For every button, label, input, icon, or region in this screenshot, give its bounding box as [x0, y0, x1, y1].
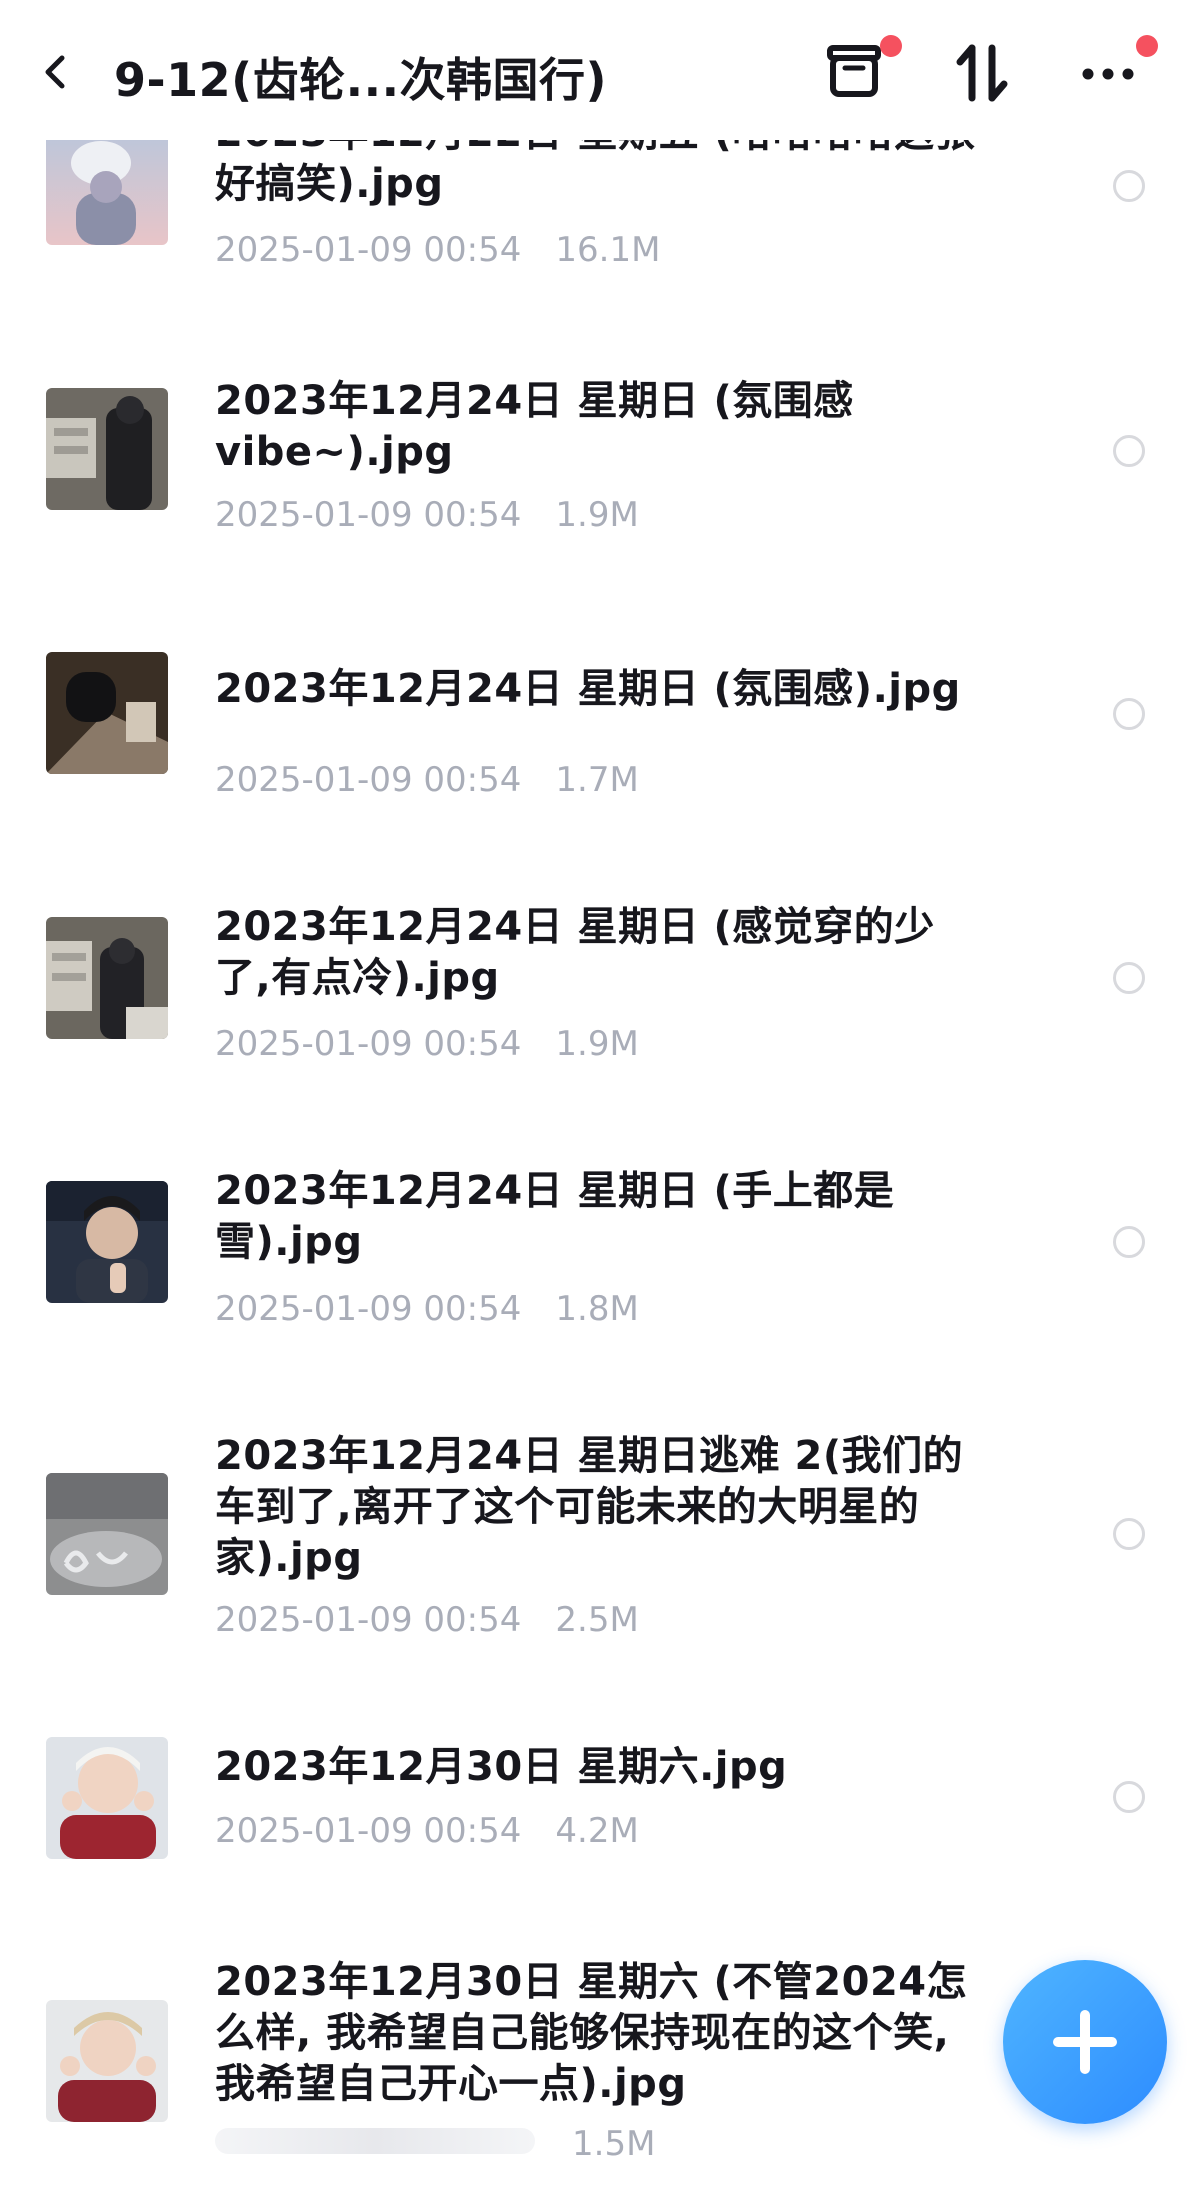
more-badge [1136, 35, 1158, 57]
photo-thumbnail [46, 1181, 168, 1303]
file-meta: 2025-01-09 00:54 4.2M [215, 1811, 639, 1851]
sort-icon[interactable] [950, 40, 1014, 104]
file-meta: 2025-01-09 00:54 1.9M [215, 495, 639, 535]
select-radio[interactable] [1113, 1781, 1145, 1813]
obscured-date [215, 2128, 535, 2154]
file-name: 2023年12月24日 星期日 (感觉穿的少 了,有点冷).jpg [215, 904, 935, 1001]
select-radio[interactable] [1113, 435, 1145, 467]
file-name: 2023年12月24日 星期日 (氛围感 vibe~).jpg [215, 378, 854, 475]
more-icon[interactable] [1078, 40, 1142, 104]
add-button[interactable] [1003, 1960, 1167, 2124]
file-size: 2.5M [555, 1600, 639, 1640]
file-date: 2025-01-09 00:54 [215, 1811, 522, 1851]
file-date: 2025-01-09 00:54 [215, 495, 522, 535]
back-icon[interactable] [36, 52, 76, 92]
file-name: 2023年12月24日 星期日 (氛围感).jpg [215, 666, 961, 712]
file-meta: 2025-01-09 00:54 2.5M [215, 1600, 639, 1640]
select-radio[interactable] [1113, 170, 1145, 202]
file-name: 2023年12月30日 星期六 (不管2024怎 么样, 我希望自己能够保持现在… [215, 1959, 968, 2107]
file-date: 2025-01-09 00:54 [215, 1024, 522, 1064]
select-radio[interactable] [1113, 1226, 1145, 1258]
archive-badge [880, 35, 902, 57]
header-bar: 9-12(齿轮...次韩国行) [0, 0, 1201, 140]
file-date: 2025-01-09 00:54 [215, 1289, 522, 1329]
photo-thumbnail [46, 123, 168, 245]
file-meta: 2025-01-09 00:54 1.7M [215, 760, 639, 800]
photo-thumbnail [46, 1737, 168, 1859]
file-date: 2025-01-09 00:54 [215, 230, 522, 270]
file-size: 4.2M [555, 1811, 639, 1851]
file-meta: 2025-01-09 00:54 1.9M [215, 1024, 639, 1064]
file-list: 2023年12月22日 星期五 (哈哈哈哈这张 好搞笑).jpg 2025-01… [0, 0, 1201, 2202]
photo-thumbnail [46, 1473, 168, 1595]
file-date: 2025-01-09 00:54 [215, 760, 522, 800]
photo-thumbnail [46, 652, 168, 774]
page-title: 9-12(齿轮...次韩国行) [114, 53, 608, 107]
file-size: 1.9M [555, 1024, 639, 1064]
archive-icon[interactable] [822, 40, 886, 104]
select-radio[interactable] [1113, 1518, 1145, 1550]
select-radio[interactable] [1113, 698, 1145, 730]
file-size: 1.5M [572, 2124, 656, 2164]
photo-thumbnail [46, 388, 168, 510]
file-name: 2023年12月24日 星期日逃难 2(我们的 车到了,离开了这个可能未来的大明… [215, 1433, 964, 1581]
file-meta: 2025-01-09 00:54 16.1M [215, 230, 660, 270]
file-size: 1.9M [555, 495, 639, 535]
file-name: 2023年12月24日 星期日 (手上都是 雪).jpg [215, 1168, 895, 1265]
photo-thumbnail [46, 2000, 168, 2122]
select-radio[interactable] [1113, 962, 1145, 994]
file-date: 2025-01-09 00:54 [215, 1600, 522, 1640]
file-name: 2023年12月30日 星期六.jpg [215, 1744, 788, 1790]
file-size: 1.7M [555, 760, 639, 800]
file-meta: 2025-01-09 00:54 1.8M [215, 1289, 639, 1329]
file-size: 16.1M [555, 230, 661, 270]
file-size: 1.8M [555, 1289, 639, 1329]
photo-thumbnail [46, 917, 168, 1039]
